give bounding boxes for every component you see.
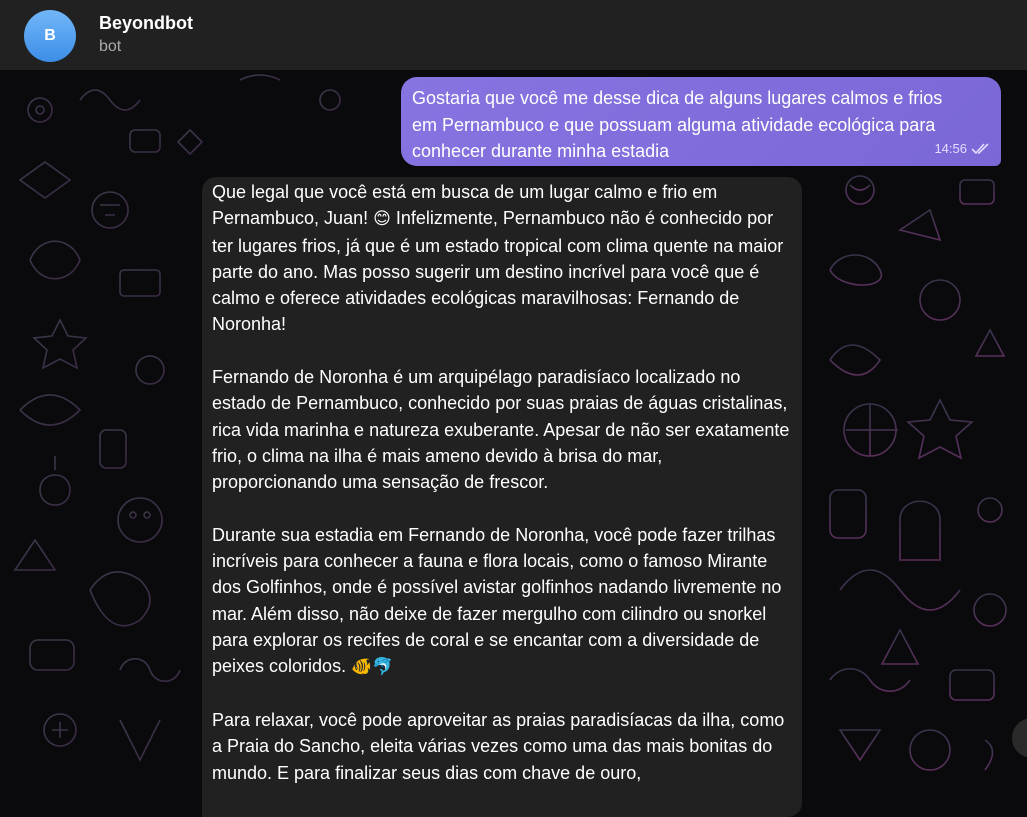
message-meta: 14:56: [934, 136, 991, 163]
chat-status: bot: [99, 38, 122, 55]
incoming-message[interactable]: Que legal que você está em busca de um l…: [202, 177, 802, 817]
outgoing-message-text: Gostaria que você me desse dica de algun…: [412, 88, 943, 161]
message-paragraph: Durante sua estadia em Fernando de Noron…: [212, 522, 790, 681]
chat-header: B Beyondbot bot: [0, 0, 1027, 70]
message-paragraph: Fernando de Noronha é um arquipélago par…: [212, 367, 790, 493]
chat-title[interactable]: Beyondbot: [99, 13, 193, 34]
avatar[interactable]: B: [24, 10, 76, 62]
message-paragraph: Para relaxar, você pode aproveitar as pr…: [212, 709, 785, 783]
double-check-icon: [971, 143, 989, 154]
paragraph-text: Durante sua estadia em Fernando de Noron…: [212, 524, 782, 677]
outgoing-message[interactable]: Gostaria que você me desse dica de algun…: [401, 77, 1001, 166]
smile-emoji-icon: 😊: [373, 209, 391, 229]
message-paragraph: Que legal que você está em busca de um l…: [212, 179, 790, 338]
message-time: 14:56: [934, 140, 967, 156]
fish-dolphin-emoji-icon: 🐠🐬: [351, 657, 394, 677]
